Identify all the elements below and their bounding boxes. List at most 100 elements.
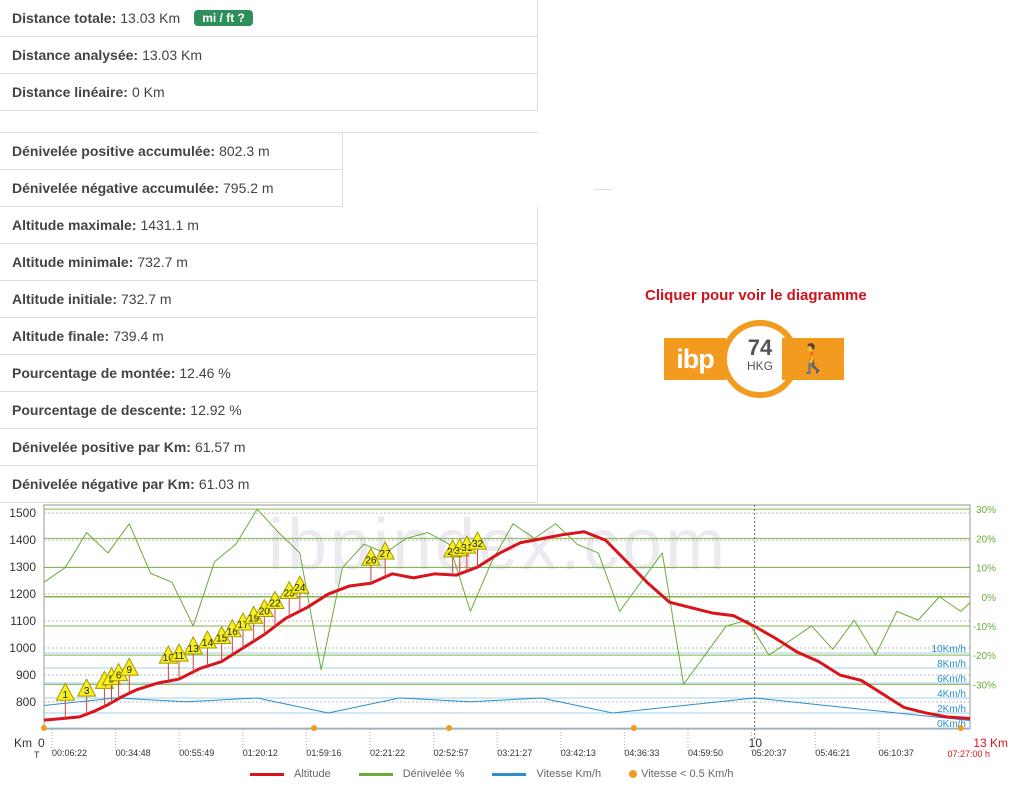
- distance-row: Distance analysée: 13.03 Km: [0, 37, 538, 74]
- distance-label: Distance analysée:: [12, 47, 139, 63]
- altitude-tick-label: 800: [16, 695, 36, 709]
- ibp-logo: ibp: [664, 338, 726, 380]
- legend-item: Vitesse Km/h: [492, 768, 601, 780]
- divider: [594, 189, 612, 190]
- grade-tick-label: 0%: [982, 593, 997, 604]
- altitude-tick-label: 900: [16, 668, 36, 682]
- time-tick-label: 06:10:37: [879, 748, 914, 758]
- elevation-value: 795.2 m: [223, 180, 274, 196]
- legend-label: Vitesse < 0.5 Km/h: [641, 768, 734, 780]
- legend-label: Dénivelée %: [402, 768, 465, 780]
- waypoint-label: 32: [472, 539, 484, 550]
- speed-line: [43, 697, 971, 721]
- grade-tick-label: 10%: [976, 564, 996, 575]
- legend-item: Altitude: [250, 768, 331, 780]
- elevation-label: Altitude initiale:: [12, 291, 117, 307]
- elevation-value: 12.92 %: [190, 402, 242, 418]
- time-tick-label: 00:55:49: [179, 748, 214, 758]
- elevation-row: Altitude minimale: 732.7 m: [0, 244, 538, 281]
- legend-label: Altitude: [294, 768, 331, 780]
- waypoint-label: 11: [174, 651, 185, 662]
- waypoint-label: 14: [202, 638, 214, 649]
- elevation-row: Altitude initiale: 732.7 m: [0, 281, 538, 318]
- stop-point: [311, 725, 318, 731]
- chart-legend: Altitude Dénivelée % Vitesse Km/h Vitesse <…: [250, 768, 762, 780]
- x-start-label: 0: [38, 736, 45, 750]
- elevation-value: 732.7 m: [137, 254, 188, 270]
- distance-row: Distance totale: 13.03 Km mi / ft ?: [0, 0, 538, 37]
- altitude-tick-label: 1300: [9, 560, 36, 574]
- time-tick-label: 03:21:27: [497, 748, 532, 758]
- grade-tick-label: -10%: [973, 622, 996, 633]
- speed-tick-label: 8Km/h: [937, 659, 966, 670]
- elevation-value: 732.7 m: [121, 291, 172, 307]
- ibp-caption-link[interactable]: Cliquer pour voir le diagramme: [645, 287, 867, 304]
- stop-point: [630, 725, 637, 731]
- elevation-label: Dénivelée négative accumulée:: [12, 180, 219, 196]
- elevation-row: Dénivelée négative accumulée: 795.2 m: [0, 170, 343, 207]
- legend-swatch: [492, 772, 527, 776]
- elevation-row: Pourcentage de descente: 12.92 %: [0, 392, 538, 429]
- waypoint-label: 26: [365, 555, 377, 566]
- legend-swatch: [250, 772, 284, 776]
- time-tick-label: 04:59:50: [688, 748, 723, 758]
- waypoint-label: 24: [294, 583, 306, 594]
- altitude-tick-label: 1000: [9, 641, 36, 655]
- time-tick-label: 05:20:37: [752, 748, 787, 758]
- hiker-icon: 🚶: [782, 338, 844, 380]
- watermark: ibpindex.com: [268, 505, 728, 585]
- elevation-label: Altitude finale:: [12, 328, 110, 344]
- time-tick-label: 00:06:22: [52, 748, 87, 758]
- distance-label: Distance totale:: [12, 10, 117, 26]
- distance-label: Distance linéaire:: [12, 84, 128, 100]
- elevation-value: 802.3 m: [219, 143, 270, 159]
- speed-tick-label: 10Km/h: [932, 644, 966, 655]
- elevation-row: Dénivelée positive par Km: 61.57 m: [0, 429, 538, 466]
- altitude-tick-label: 1200: [9, 587, 36, 601]
- time-tick-label: 04:36:33: [624, 748, 659, 758]
- waypoint-label: 27: [380, 549, 392, 560]
- elevation-label: Dénivelée négative par Km:: [12, 476, 195, 492]
- grade-tick-label: 30%: [976, 505, 996, 516]
- legend-swatch: [358, 772, 393, 776]
- stop-point: [446, 725, 453, 731]
- time-tick-label: 01:20:12: [243, 748, 278, 758]
- waypoint-label: 3: [84, 686, 90, 697]
- legend-item: Dénivelée %: [358, 768, 465, 780]
- elevation-value: 61.57 m: [194, 439, 246, 455]
- time-tick-label: 03:42:13: [561, 748, 596, 758]
- stop-point: [957, 725, 964, 731]
- time-tick-label: 01:59:16: [306, 748, 341, 758]
- elevation-stats: Dénivelée positive accumulée: 802.3 m Déni…: [0, 132, 538, 503]
- stop-point: [41, 725, 47, 731]
- distance-value: 13.03 Km: [120, 10, 181, 26]
- grade-tick-label: -30%: [973, 680, 996, 691]
- x-axis-label: Km: [14, 736, 32, 750]
- altitude-chart: ibpindex.com 800 900 1000 1100 1200 1300 1400 15…: [9, 504, 1008, 760]
- waypoint-label: 1: [63, 690, 69, 701]
- waypoint-label: 13: [188, 644, 200, 655]
- elevation-label: Altitude minimale:: [12, 254, 134, 270]
- elevation-row: Altitude finale: 739.4 m: [0, 318, 538, 355]
- waypoint-label: 6: [116, 671, 122, 682]
- elevation-row: Dénivelée positive accumulée: 802.3 m: [0, 133, 343, 170]
- time-tick-label: 05:46:21: [815, 748, 850, 758]
- waypoint-label: 9: [126, 665, 132, 676]
- speed-tick-label: 4Km/h: [937, 689, 966, 700]
- legend-swatch: [629, 770, 638, 778]
- time-axis-label: T: [34, 750, 40, 760]
- elevation-label: Dénivelée positive accumulée:: [12, 143, 216, 159]
- speed-tick-label: 6Km/h: [937, 674, 966, 685]
- ibp-badge[interactable]: ibp 74 HKG 🚶: [664, 320, 844, 398]
- x-end-label: 13 Km: [973, 736, 1008, 750]
- distance-stats: Distance totale: 13.03 Km mi / ft ? Distanc…: [0, 0, 538, 111]
- elevation-value: 1431.1 m: [140, 217, 199, 233]
- elevation-label: Pourcentage de montée:: [12, 365, 176, 381]
- unit-toggle-button[interactable]: mi / ft ?: [194, 10, 253, 26]
- elevation-label: Dénivelée positive par Km:: [12, 439, 191, 455]
- altitude-tick-label: 1100: [10, 614, 36, 628]
- elevation-row: Altitude maximale: 1431.1 m: [0, 207, 538, 244]
- altitude-tick-label: 1500: [9, 506, 36, 520]
- distance-value: 0 Km: [131, 84, 165, 100]
- time-tick-label: 02:21:22: [370, 748, 405, 758]
